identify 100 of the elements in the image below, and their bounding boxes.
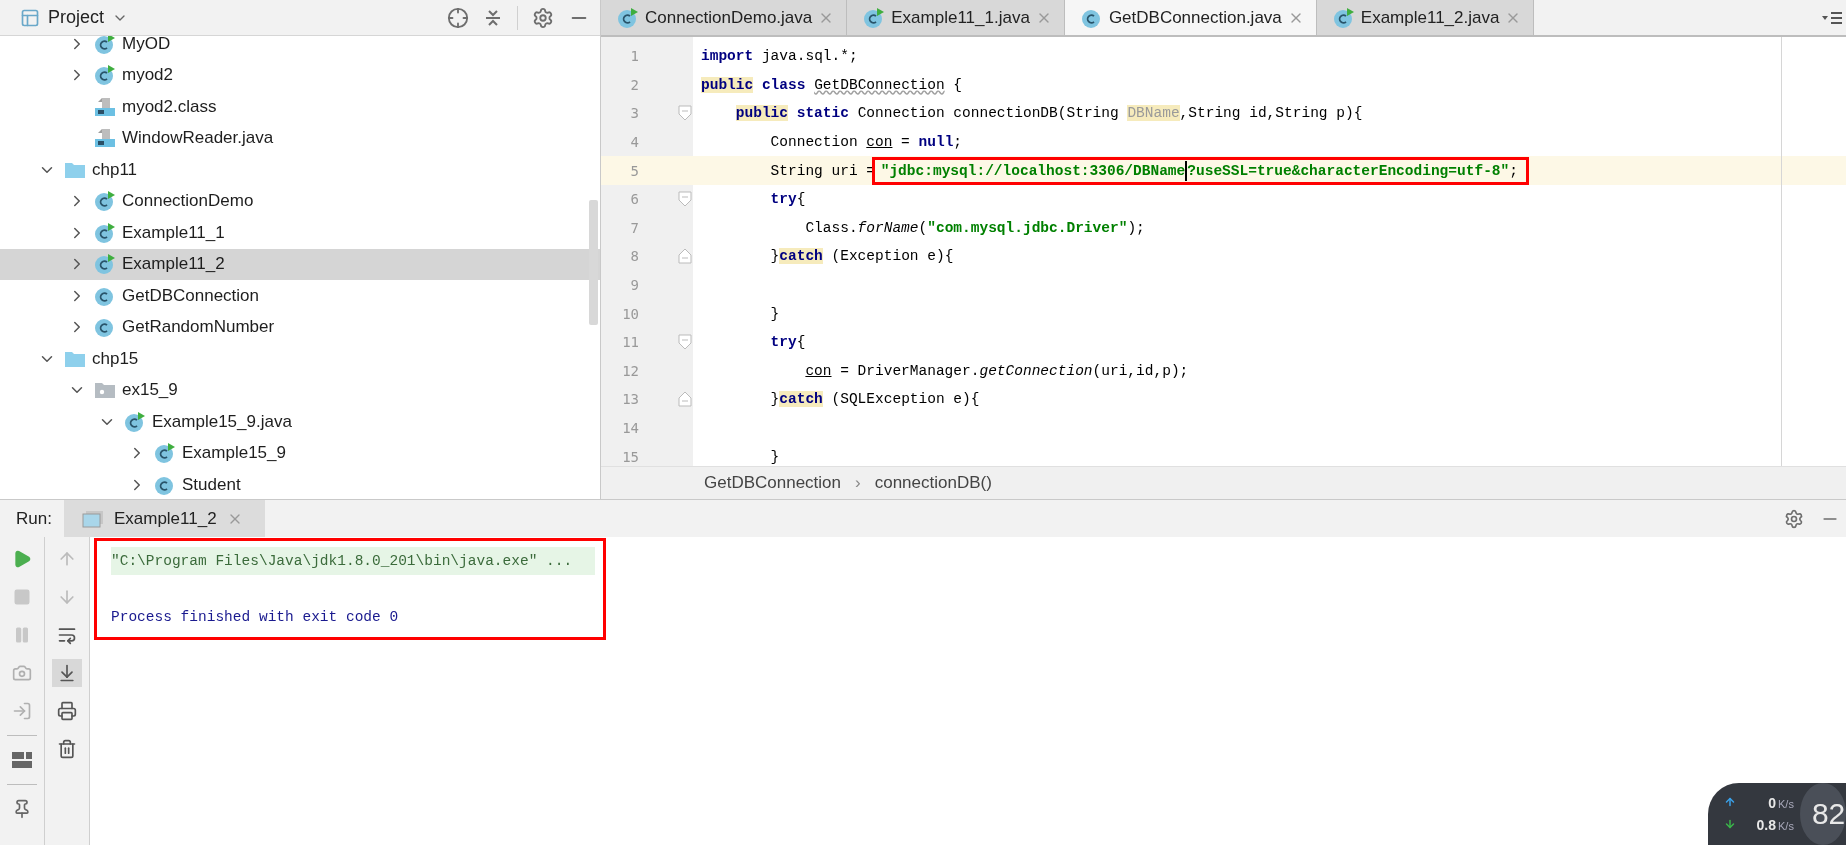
tree-item-label: Example15_9 bbox=[182, 443, 286, 464]
code-token: } bbox=[770, 248, 780, 265]
line-number: 5 bbox=[629, 162, 639, 179]
tree-item[interactable]: Example15_9 bbox=[0, 437, 600, 469]
tree-item[interactable]: Example11_1 bbox=[0, 217, 600, 249]
run-tab[interactable]: Example11_2 bbox=[63, 500, 265, 537]
code-token: catch bbox=[779, 248, 823, 265]
tree-item-label: Example15_9.java bbox=[152, 411, 292, 432]
line-number: 6 bbox=[629, 191, 639, 208]
code-token: java.sql.*; bbox=[760, 48, 858, 65]
editor-tab[interactable]: Example11_2.java bbox=[1316, 0, 1535, 35]
line-number: 11 bbox=[621, 334, 639, 351]
line-number: 4 bbox=[629, 134, 639, 151]
tree-item-label: Example11_1 bbox=[122, 222, 225, 243]
code-token: { bbox=[796, 191, 806, 208]
tree-item[interactable]: MyOD bbox=[0, 36, 600, 60]
tree-item[interactable]: GetDBConnection bbox=[0, 280, 600, 312]
panel-title: Run: bbox=[15, 508, 53, 529]
code-token: catch bbox=[779, 391, 823, 408]
line-number: 2 bbox=[629, 76, 639, 93]
code-token: import bbox=[701, 48, 754, 65]
console-line: Process finished with exit code 0 bbox=[111, 608, 400, 627]
code-token: static bbox=[795, 105, 849, 122]
tree-item[interactable]: ex15_9 bbox=[0, 374, 600, 406]
tab-label: Example11_2 bbox=[113, 508, 217, 529]
tree-item[interactable]: ConnectionDemo bbox=[0, 185, 600, 217]
line-number: 3 bbox=[629, 105, 639, 122]
code-token: try bbox=[770, 334, 797, 351]
code-token: Connection connectionDB(String bbox=[856, 105, 1120, 122]
tree-item[interactable]: WindowReader.java bbox=[0, 122, 600, 154]
code-token: ; bbox=[1509, 162, 1518, 179]
panel-title[interactable]: Project bbox=[48, 7, 105, 28]
line-number: 1 bbox=[629, 48, 639, 65]
tree-item-label: GetDBConnection bbox=[122, 285, 260, 306]
tree-item[interactable]: chp15 bbox=[0, 343, 600, 375]
code-token: getConnection bbox=[979, 362, 1093, 379]
code-token: Connection bbox=[770, 134, 859, 151]
breadcrumb-item[interactable]: connectionDB() bbox=[874, 473, 992, 493]
tree-item-label: chp15 bbox=[92, 348, 139, 369]
code-token: null bbox=[918, 134, 954, 151]
code-token: } bbox=[770, 391, 780, 408]
code-token: ); bbox=[1127, 219, 1145, 236]
code-token: ?useSSL=true&characterEncoding=utf-8" bbox=[1187, 162, 1510, 179]
code-token: GetDBConnection bbox=[814, 76, 945, 93]
speed-unit: K/s bbox=[1778, 798, 1794, 810]
tree-item[interactable]: Example11_2 bbox=[0, 248, 600, 280]
code-token: public bbox=[735, 105, 788, 122]
code-token: class bbox=[760, 76, 807, 93]
upload-speed: 0 bbox=[1767, 795, 1776, 811]
breadcrumb-item[interactable]: GetDBConnection bbox=[704, 473, 842, 493]
tree-item-label: ConnectionDemo bbox=[122, 191, 254, 212]
code-token: ; bbox=[953, 134, 963, 151]
tree-item[interactable]: myod2 bbox=[0, 59, 600, 91]
tree-item-label: chp11 bbox=[92, 159, 138, 180]
tree-item-label: myod2.class bbox=[122, 96, 217, 117]
code-token: DBName bbox=[1127, 105, 1180, 122]
line-number: 10 bbox=[621, 305, 639, 322]
download-speed: 0.8 bbox=[1755, 817, 1776, 833]
code-token: con bbox=[866, 134, 893, 151]
line-number: 9 bbox=[629, 277, 639, 294]
tree-item[interactable]: myod2.class bbox=[0, 91, 600, 123]
code-token: = bbox=[900, 134, 911, 151]
tab-label: Example11_2.java bbox=[1360, 7, 1500, 28]
line-number: 8 bbox=[629, 248, 639, 265]
code-token: "com.mysql.jdbc.Driver" bbox=[927, 219, 1128, 236]
editor-tab[interactable]: ConnectionDemo.java bbox=[601, 0, 848, 35]
code-token: { bbox=[796, 334, 806, 351]
code-token: try bbox=[770, 191, 797, 208]
line-number: 7 bbox=[629, 219, 639, 236]
tree-item[interactable]: chp11 bbox=[0, 154, 600, 186]
code-token: (uri,id,p); bbox=[1092, 362, 1189, 379]
code-token: forName bbox=[857, 219, 919, 236]
line-number: 15 bbox=[621, 448, 639, 465]
tab-label: GetDBConnection.java bbox=[1108, 7, 1282, 28]
tree-item-label: GetRandomNumber bbox=[122, 317, 275, 338]
code-token: } bbox=[770, 448, 780, 465]
breadcrumb-separator: › bbox=[855, 473, 861, 493]
tree-item[interactable]: GetRandomNumber bbox=[0, 311, 600, 343]
code-token: { bbox=[952, 76, 963, 93]
line-number: 12 bbox=[621, 362, 639, 379]
score-value: 82 bbox=[1811, 797, 1846, 831]
code-token: ( bbox=[918, 219, 928, 236]
code-token: con bbox=[805, 362, 832, 379]
speed-unit: K/s bbox=[1778, 820, 1794, 832]
tree-item-label: Student bbox=[182, 474, 241, 495]
tree-item-label: Example11_2 bbox=[122, 254, 225, 275]
editor-tab[interactable]: GetDBConnection.java bbox=[1064, 0, 1317, 35]
code-token: (Exception e){ bbox=[830, 248, 954, 265]
tab-label: ConnectionDemo.java bbox=[645, 7, 813, 28]
editor-tab[interactable]: Example11_1.java bbox=[847, 0, 1065, 35]
line-number: 14 bbox=[621, 420, 639, 436]
tree-item-label: WindowReader.java bbox=[122, 128, 274, 149]
code-token: } bbox=[770, 305, 780, 322]
tree-item[interactable]: Example15_9.java bbox=[0, 406, 600, 438]
code-token: "jdbc:mysql://localhost:3306/DBName bbox=[880, 162, 1186, 179]
tree-item-label: ex15_9 bbox=[122, 380, 178, 401]
code-token: public bbox=[701, 76, 754, 93]
code-token: ,String id,String p){ bbox=[1179, 105, 1363, 122]
tree-item[interactable]: Student bbox=[0, 469, 600, 499]
code-token: (SQLException e){ bbox=[830, 391, 980, 408]
